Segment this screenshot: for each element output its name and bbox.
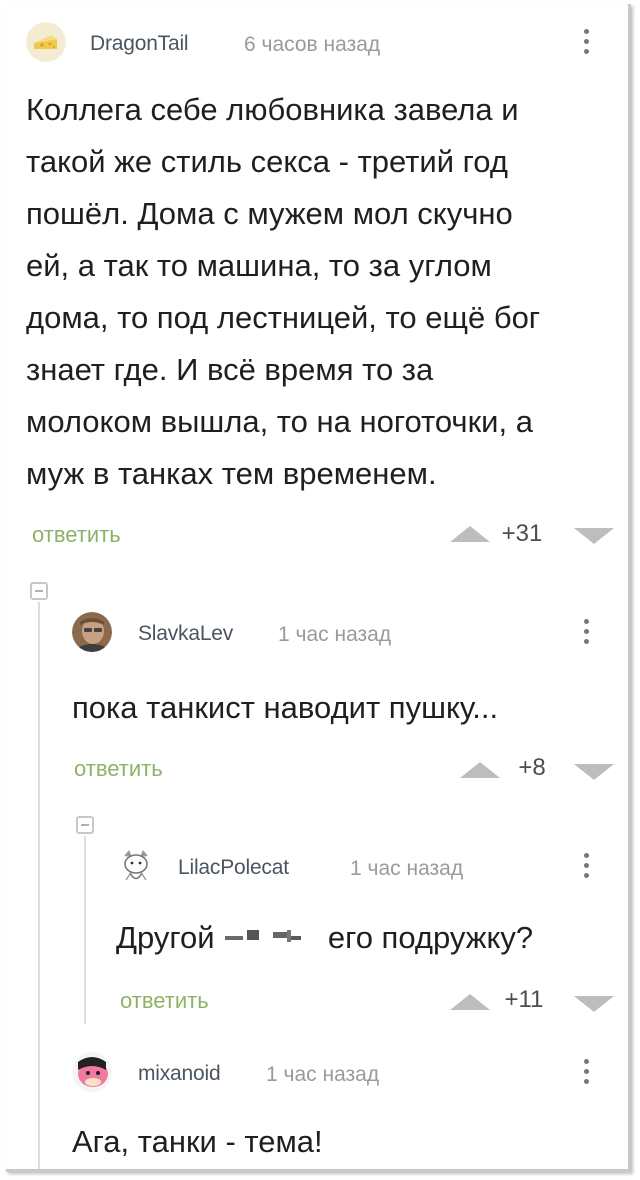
avatar[interactable] bbox=[72, 612, 112, 652]
downvote-icon[interactable] bbox=[574, 764, 614, 780]
text-line: Коллега себе любовника завела и bbox=[26, 92, 519, 127]
username[interactable]: SlavkaLev bbox=[138, 622, 233, 646]
reply-button[interactable]: ответить bbox=[120, 988, 209, 1014]
upvote-icon[interactable] bbox=[450, 526, 490, 542]
comment-text: Другой его подружку? bbox=[116, 912, 616, 964]
text-line: муж в танках тем временем. bbox=[26, 456, 437, 491]
rating-count: +8 bbox=[518, 754, 546, 781]
comment: LilacPolecat 1 час назад Другой его подр… bbox=[116, 846, 616, 1026]
rating-count: +31 bbox=[501, 520, 543, 547]
more-options-icon[interactable] bbox=[582, 26, 590, 60]
comment-time: 1 час назад bbox=[278, 623, 392, 646]
avatar[interactable] bbox=[116, 846, 156, 886]
slowpoke-avatar-icon bbox=[72, 1052, 112, 1092]
text-line: молоком вышла, то на ноготочки, а bbox=[26, 404, 533, 439]
more-options-icon[interactable] bbox=[582, 850, 590, 884]
username[interactable]: mixanoid bbox=[138, 1062, 221, 1086]
avatar[interactable] bbox=[26, 22, 66, 62]
more-options-icon[interactable] bbox=[582, 616, 590, 650]
comment-text: пока танкист наводит пушку... bbox=[72, 682, 612, 734]
text-line: дома, то под лестницей, то ещё бог bbox=[26, 300, 541, 335]
reply-button[interactable]: ответить bbox=[32, 522, 121, 548]
username[interactable]: DragonTail bbox=[90, 32, 189, 56]
censor-blur-icon bbox=[225, 930, 302, 942]
thread-line bbox=[84, 836, 86, 1024]
text-line: ей, а так то машина, то за углом bbox=[26, 248, 492, 283]
text-fragment: Другой bbox=[116, 920, 215, 955]
username[interactable]: LilacPolecat bbox=[178, 856, 289, 880]
comment-text: Ага, танки - тема! bbox=[72, 1116, 612, 1168]
collapse-thread-button[interactable] bbox=[30, 582, 48, 600]
comment-header: LilacPolecat 1 час назад bbox=[116, 846, 616, 886]
comment-header: SlavkaLev 1 час назад bbox=[72, 612, 616, 652]
comment-header: DragonTail 6 часов назад bbox=[26, 22, 616, 62]
censored-word bbox=[223, 916, 319, 946]
downvote-icon[interactable] bbox=[574, 996, 614, 1012]
comment-time: 6 часов назад bbox=[244, 33, 381, 56]
comment: SlavkaLev 1 час назад пока танкист навод… bbox=[72, 612, 616, 792]
rating-count: +11 bbox=[504, 986, 544, 1013]
comment-text: Коллега себе любовника завела и такой же… bbox=[26, 84, 616, 500]
text-line: пока танкист наводит пушку... bbox=[72, 690, 499, 725]
comment-time: 1 час назад bbox=[266, 1063, 380, 1086]
reply-button[interactable]: ответить bbox=[74, 756, 163, 782]
avatar[interactable] bbox=[72, 1052, 112, 1092]
comment-time: 1 час назад bbox=[350, 857, 464, 880]
text-line: такой же стиль секса - третий год bbox=[26, 144, 508, 179]
more-options-icon[interactable] bbox=[582, 1056, 590, 1090]
thread-line bbox=[38, 602, 40, 1169]
downvote-icon[interactable] bbox=[574, 528, 614, 544]
cheese-avatar-icon bbox=[26, 22, 66, 62]
collapse-thread-button[interactable] bbox=[76, 816, 94, 834]
comment: DragonTail 6 часов назад Коллега себе лю… bbox=[26, 22, 616, 562]
upvote-icon[interactable] bbox=[460, 762, 500, 778]
text-line: знает где. И всё время то за bbox=[26, 352, 434, 387]
polecat-avatar-icon bbox=[116, 846, 156, 886]
text-line: пошёл. Дома с мужем мол скучно bbox=[26, 196, 513, 231]
text-line: Ага, танки - тема! bbox=[72, 1124, 323, 1159]
upvote-icon[interactable] bbox=[450, 994, 490, 1010]
comment: mixanoid 1 час назад Ага, танки - тема! bbox=[72, 1052, 616, 1169]
comment-header: mixanoid 1 час назад bbox=[72, 1052, 616, 1092]
comments-frame: DragonTail 6 часов назад Коллега себе лю… bbox=[6, 4, 631, 1172]
text-fragment: его подружку? bbox=[327, 920, 534, 955]
person-avatar-icon bbox=[72, 612, 112, 652]
